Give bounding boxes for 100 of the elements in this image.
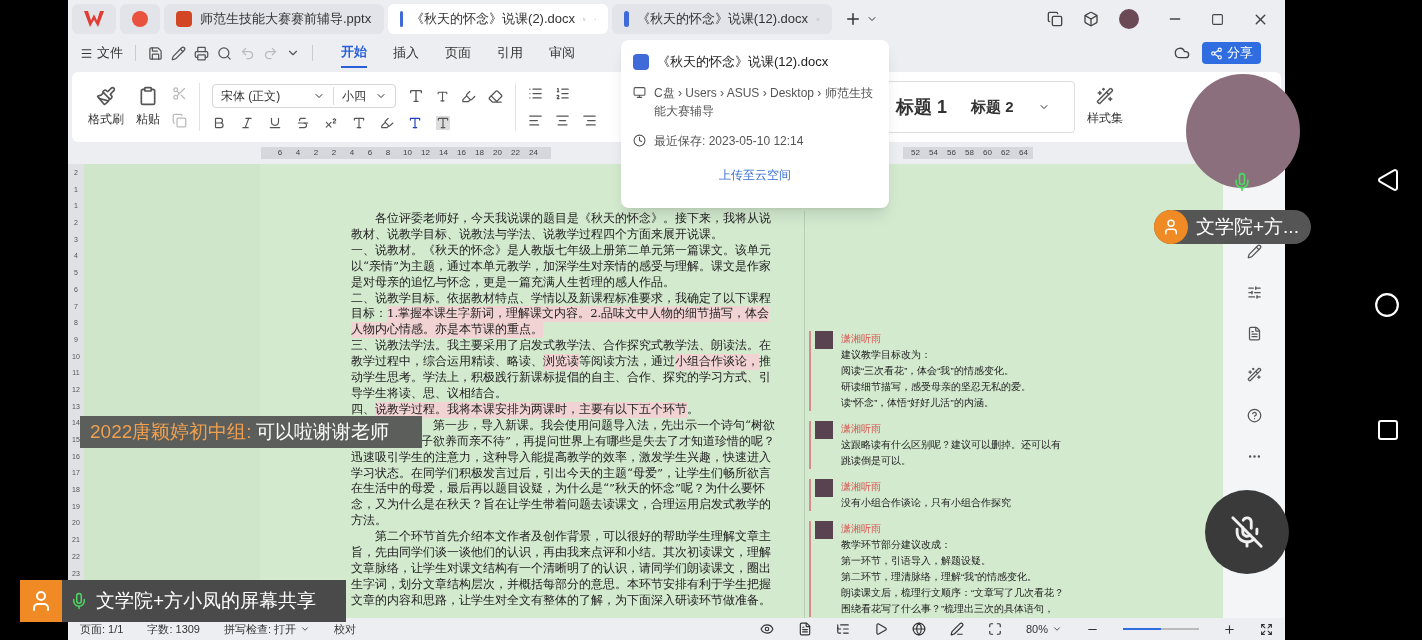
word-count[interactable]: 字数: 1309	[147, 620, 200, 638]
comment-card[interactable]: 潇湘听雨 建议教学目标改为： 阅读“三次看花”，体会“我”的情感变化。 研读细节描写，感受母亲的坚忍无私的爱。 读“怀念”，体悟“好好儿活”的内涵。	[809, 331, 1031, 411]
font-color-icon[interactable]	[408, 116, 422, 130]
magic-wand-icon[interactable]	[1246, 367, 1262, 382]
document-tab[interactable]: 《秋天的怀念》说课(2).docx	[388, 4, 608, 34]
pen-icon[interactable]	[1246, 244, 1262, 259]
ruler-number: 6	[367, 147, 373, 159]
document-tab[interactable]	[120, 4, 160, 34]
save-icon[interactable]	[148, 45, 163, 61]
align-right-icon[interactable]	[582, 113, 597, 128]
heading-style[interactable]: 标题 2	[971, 95, 1014, 119]
comment-card[interactable]: 潇湘听雨 这跟略读有什么区别呢？建议可以删掉。还可以有 跳读倒是可以。	[809, 421, 1061, 469]
chevron-icon	[1052, 624, 1062, 634]
format-painter-button[interactable]: 格式刷	[88, 110, 124, 128]
bullet-list-icon[interactable]	[528, 86, 543, 101]
text-effect-icon[interactable]	[352, 116, 366, 130]
chat-sender: 2022唐颖婷初中组:	[90, 419, 252, 444]
document-text: 迅速吸引学生的注意力，这种导入能提高教学的效率，激发学生兴趣，快速进入	[351, 449, 771, 466]
zoom-in-icon[interactable]	[1223, 622, 1236, 636]
eraser-icon[interactable]	[488, 88, 503, 104]
file-menu[interactable]: 文件	[80, 43, 123, 63]
document-tab[interactable]: 《秋天的怀念》说课(12).docx	[612, 4, 832, 34]
page-view-icon[interactable]	[797, 622, 812, 636]
document-text: 念，又为什么是在秋天？旨在让学生带着问题去读课文，合理运用启发式教学的	[351, 497, 771, 514]
ribbon-tab[interactable]: 引用	[497, 39, 523, 67]
document-icon[interactable]	[1246, 326, 1262, 341]
web-view-icon[interactable]	[911, 622, 926, 636]
strikethrough-icon[interactable]	[296, 116, 310, 130]
document-text: 以“亲情”为主题，通过本单元教学，加深学生对亲情的感受与理解。课文是作家	[351, 258, 771, 275]
font-select[interactable]: 宋体 (正文)	[213, 87, 333, 105]
document-text: 旨，先由同学们谈一谈他们的认识，再由我来点评和小结。其次初读课文，理解	[351, 545, 771, 561]
shading-icon[interactable]	[436, 116, 450, 130]
fullscreen-icon[interactable]	[1260, 622, 1273, 636]
brush-icon[interactable]	[96, 86, 116, 106]
comment-text: 读“怀念”，体悟“好好儿活”的内涵。	[841, 396, 995, 410]
app-logo-icon	[84, 11, 104, 27]
file-name: 《秋天的怀念》说课(12).docx	[657, 53, 829, 71]
help-icon[interactable]	[1246, 408, 1262, 423]
align-left-icon[interactable]	[528, 113, 543, 128]
numbered-list-icon[interactable]	[555, 86, 570, 101]
comment-card[interactable]: 潇湘听雨 没有小组合作谈论，只有小组合作探究	[809, 479, 1011, 511]
print-icon[interactable]	[194, 45, 209, 61]
share-button[interactable]: 分享	[1202, 42, 1261, 64]
spell-check-toggle[interactable]: 拼写检查: 打开	[224, 620, 311, 638]
ribbon-tab[interactable]: 开始	[341, 38, 367, 68]
recents-icon[interactable]	[1376, 418, 1400, 442]
paste-button[interactable]: 粘贴	[136, 110, 160, 128]
pdf-icon	[132, 11, 148, 27]
document-text: 目标：	[351, 306, 387, 323]
home-icon[interactable]	[1374, 292, 1400, 318]
document-text: 等阅读方法，通过	[579, 354, 675, 371]
shrink-font-icon[interactable]	[436, 89, 449, 103]
eye-icon[interactable]	[759, 622, 774, 636]
cloud-icon[interactable]	[1174, 45, 1190, 61]
ribbon-tab[interactable]: 插入	[393, 39, 419, 67]
sliders-icon[interactable]	[1246, 285, 1262, 300]
italic-icon[interactable]	[240, 116, 254, 130]
fit-icon[interactable]	[987, 622, 1002, 636]
comment-author: 潇湘听雨	[841, 332, 882, 346]
document-file-icon	[633, 53, 649, 70]
play-icon[interactable]	[873, 622, 888, 636]
style-set-button[interactable]: 样式集	[1086, 109, 1123, 127]
bold-icon[interactable]	[212, 116, 226, 130]
avatar[interactable]	[1119, 9, 1139, 29]
document-text: 生字词，划分文章结构层次，并概括每部分的意思。本环节安排有利于学生把握	[351, 576, 771, 593]
avatar-placeholder	[815, 331, 833, 349]
upload-link[interactable]: 上传至云空间	[719, 165, 791, 184]
clipboard-icon[interactable]	[138, 86, 158, 106]
highlighted-text: 浏览读	[543, 354, 579, 371]
comment-text: 第一环节，引语导入，解题设疑。	[841, 554, 992, 568]
comment-text: 教学环节部分建议改成：	[841, 538, 952, 552]
share-icon	[1210, 46, 1223, 60]
highlighter-icon[interactable]	[380, 116, 394, 130]
zoom-level[interactable]: 80%	[1025, 620, 1062, 638]
ribbon-tab[interactable]: 页面	[445, 39, 471, 67]
print-preview-icon[interactable]	[217, 45, 232, 61]
cube-icon[interactable]	[1083, 11, 1099, 27]
document-file-icon	[624, 11, 629, 27]
comment-text: 朗读课文后，梳理行文顺序：“文章写了几次看花？	[841, 586, 1065, 600]
back-icon[interactable]	[1376, 168, 1400, 192]
document-tab[interactable]: 师范生技能大赛赛前辅导.pptx	[164, 4, 384, 34]
outline-icon[interactable]	[835, 622, 850, 636]
document-text: 教材、说教学目标、说教法与学法、说教学过程四个方面来展开说课。	[351, 226, 723, 243]
underline-icon[interactable]	[268, 116, 282, 130]
document-text: 是对母亲的追忆与怀念，更是一篇充满人生哲理的感人作品。	[351, 274, 675, 291]
grow-font-icon[interactable]	[408, 88, 424, 104]
heading-style[interactable]: 标题 1	[896, 93, 947, 121]
align-center-icon[interactable]	[555, 113, 570, 128]
superscript-icon[interactable]	[324, 116, 338, 130]
ribbon-tab[interactable]: 审阅	[549, 39, 575, 67]
style-set-icon[interactable]	[1095, 87, 1114, 105]
new-tab-icon[interactable]	[844, 10, 862, 28]
maximize-icon[interactable]	[1211, 12, 1224, 26]
avatar-placeholder	[815, 521, 833, 539]
proofread-button[interactable]: 校对	[334, 620, 357, 638]
font-size-select[interactable]: 小四	[333, 87, 395, 105]
document-tab[interactable]	[72, 4, 116, 34]
pen-icon[interactable]	[949, 622, 964, 636]
pen-icon[interactable]	[171, 45, 186, 61]
windows-icon[interactable]	[1047, 11, 1063, 27]
